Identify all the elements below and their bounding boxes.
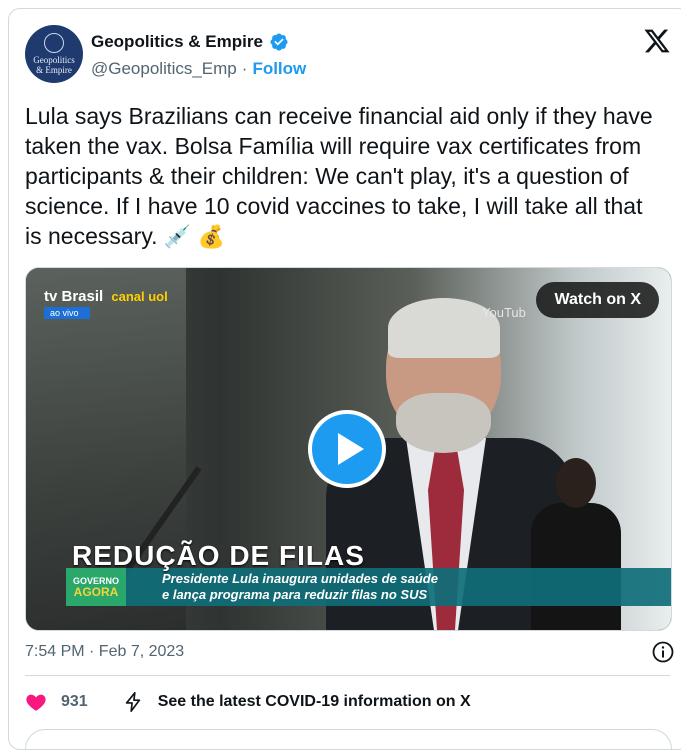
avatar[interactable]: Geopolitics & Empire xyxy=(25,25,83,83)
watch-on-x-button[interactable]: Watch on X xyxy=(536,282,659,318)
x-logo-icon[interactable] xyxy=(643,27,671,55)
tweet-timestamp[interactable]: 7:54 PM · Feb 7, 2023 xyxy=(25,643,184,661)
subheadline-line-2: e lança programa para reduzir filas no S… xyxy=(162,587,428,602)
live-tag: ao vivo xyxy=(44,307,90,319)
program-logo-text-2: AGORA xyxy=(73,585,119,599)
channel-logo-text: tv Brasil xyxy=(44,288,104,305)
tweet-body: Lula says Brazilians can receive financi… xyxy=(25,103,653,249)
info-icon[interactable] xyxy=(651,640,675,664)
play-button[interactable] xyxy=(308,410,386,488)
lightning-bolt-icon xyxy=(125,692,140,712)
channel-logo: tv Brasil canal uol ao vivo xyxy=(44,288,168,319)
video-player[interactable]: tv Brasil canal uol ao vivo YouTub Watch… xyxy=(25,267,672,631)
program-logo: GOVERNO AGORA xyxy=(66,568,126,606)
follow-button[interactable]: Follow xyxy=(252,59,306,79)
syringe-emoji-icon: 💉 xyxy=(163,224,192,249)
heart-icon[interactable] xyxy=(25,691,47,713)
tweet-card: Geopolitics & Empire Geopolitics & Empir… xyxy=(8,8,681,750)
play-icon xyxy=(337,433,364,465)
verified-badge-icon xyxy=(270,33,288,51)
handle-row: @Geopolitics_Emp · Follow xyxy=(91,59,306,79)
avatar-text: Geopolitics xyxy=(33,55,75,65)
author-handle[interactable]: @Geopolitics_Emp xyxy=(91,59,237,79)
avatar-text-2: & Empire xyxy=(36,65,72,75)
author-name[interactable]: Geopolitics & Empire xyxy=(91,32,263,52)
subheadline-line-1: Presidente Lula inaugura unidades de saú… xyxy=(162,571,438,586)
reply-prompt-box[interactable] xyxy=(25,729,672,749)
covid-info-link[interactable]: See the latest COVID-19 information on X xyxy=(158,693,471,711)
like-count[interactable]: 931 xyxy=(61,693,88,711)
tweet-text: Lula says Brazilians can receive financi… xyxy=(25,101,655,252)
author-name-row: Geopolitics & Empire xyxy=(91,32,289,52)
youtube-watermark: YouTub xyxy=(482,305,526,320)
separator-dot: · xyxy=(241,59,248,78)
money-bag-emoji-icon: 💰 xyxy=(197,224,226,249)
action-bar: 931 See the latest COVID-19 information … xyxy=(25,691,471,713)
divider xyxy=(25,675,670,676)
globe-icon xyxy=(44,33,64,53)
uol-logo: canal uol xyxy=(111,289,168,304)
video-subheadline: Presidente Lula inaugura unidades de saú… xyxy=(162,571,438,603)
